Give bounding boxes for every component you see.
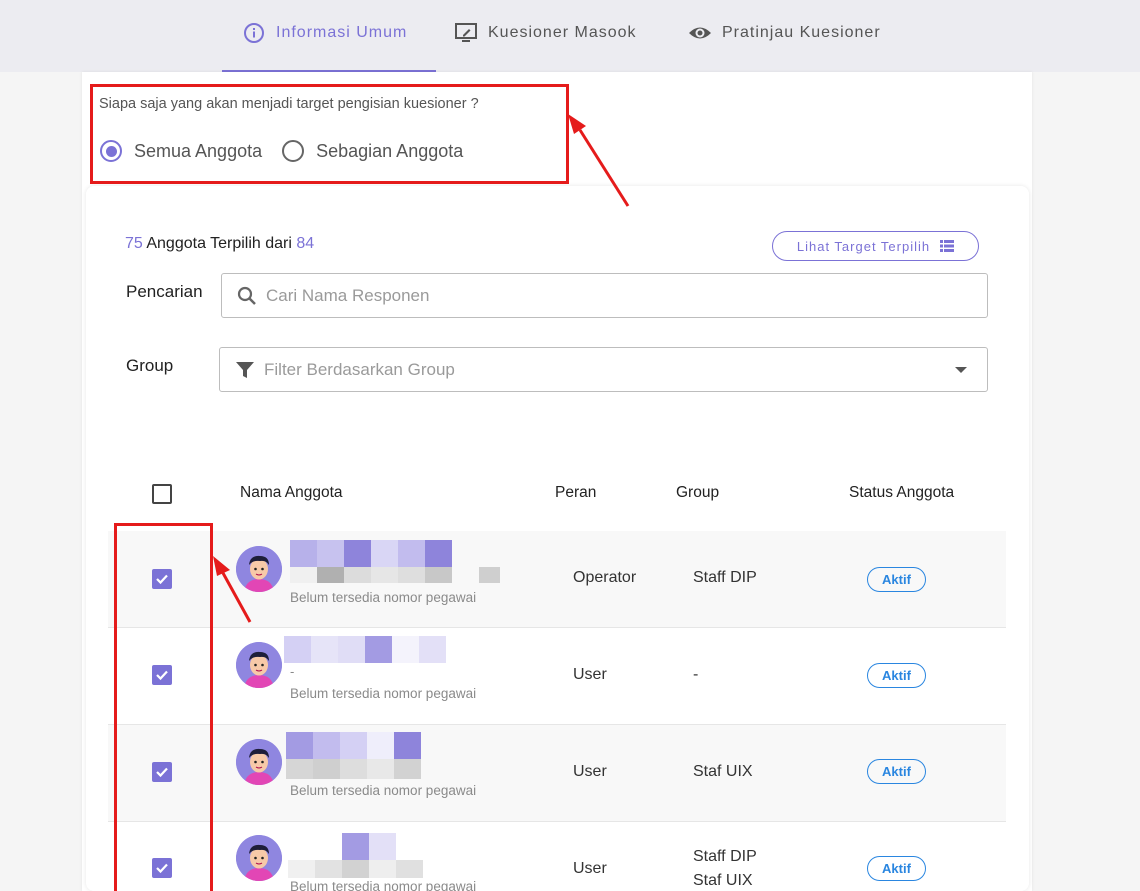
annotation-arrows <box>213 114 630 623</box>
